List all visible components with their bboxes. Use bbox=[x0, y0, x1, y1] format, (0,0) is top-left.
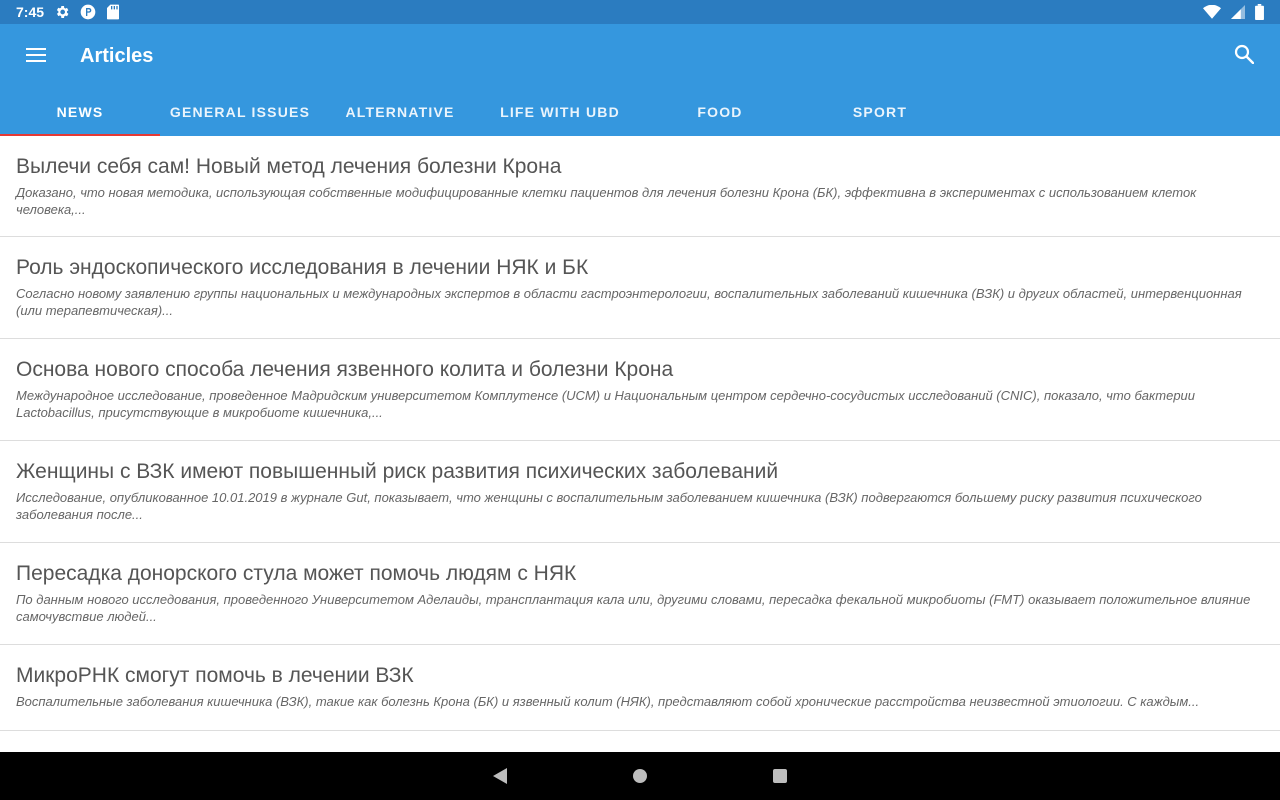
page-title: Articles bbox=[80, 45, 154, 67]
article-title: Пересадка донорского стула может помочь … bbox=[16, 562, 577, 585]
article-item[interactable]: МикроРНК смогут помочь в лечении ВЗК Вос… bbox=[0, 645, 1280, 731]
tab-label: NEWS bbox=[56, 104, 104, 120]
tab-general-issues[interactable]: GENERAL ISSUES bbox=[160, 88, 320, 136]
tab-bar: NEWS GENERAL ISSUES ALTERNATIVE LIFE WIT… bbox=[0, 88, 960, 136]
status-bar: 7:45 bbox=[0, 0, 1280, 24]
signal-icon bbox=[1231, 5, 1245, 19]
article-item[interactable]: Женщины с ВЗК имеют повышенный риск разв… bbox=[0, 441, 1280, 543]
article-summary: По данным нового исследования, проведенн… bbox=[16, 592, 1251, 624]
article-item[interactable]: Пересадка донорского стула может помочь … bbox=[0, 543, 1280, 645]
search-button[interactable] bbox=[1224, 36, 1264, 76]
app-bar: Articles NEWS GENERAL ISSUES ALTERNATIVE… bbox=[0, 24, 1280, 136]
tab-alternative[interactable]: ALTERNATIVE bbox=[320, 88, 480, 136]
tab-food[interactable]: FOOD bbox=[640, 88, 800, 136]
search-icon bbox=[1234, 44, 1255, 68]
status-left: 7:45 bbox=[16, 4, 120, 20]
status-time: 7:45 bbox=[16, 4, 45, 20]
article-summary: Международное исследование, проведенное … bbox=[16, 388, 1196, 420]
tab-label: GENERAL ISSUES bbox=[169, 104, 311, 120]
recents-square-icon[interactable] bbox=[772, 768, 788, 784]
toolbar: Articles bbox=[0, 24, 1280, 88]
tab-news[interactable]: NEWS bbox=[0, 88, 160, 136]
tab-sport[interactable]: SPORT bbox=[800, 88, 960, 136]
article-title: Основа нового способа лечения язвенного … bbox=[16, 358, 674, 381]
article-title: Вылечи себя сам! Новый метод лечения бол… bbox=[16, 155, 562, 178]
menu-button[interactable] bbox=[16, 36, 56, 76]
home-circle-icon[interactable] bbox=[632, 768, 648, 784]
article-summary: Исследование, опубликованное 10.01.2019 … bbox=[16, 490, 1202, 522]
hamburger-menu-icon bbox=[26, 47, 46, 66]
back-triangle-icon[interactable] bbox=[492, 768, 508, 784]
article-title: МикроРНК смогут помочь в лечении ВЗК bbox=[16, 664, 414, 687]
tab-label: FOOD bbox=[697, 104, 743, 120]
article-list[interactable]: Вылечи себя сам! Новый метод лечения бол… bbox=[0, 136, 1280, 752]
tab-life-with-ubd[interactable]: LIFE WITH UBD bbox=[480, 88, 640, 136]
tab-label: ALTERNATIVE bbox=[345, 104, 455, 120]
article-summary: Воспалительные заболевания кишечника (ВЗ… bbox=[16, 694, 1200, 709]
article-title: Женщины с ВЗК имеют повышенный риск разв… bbox=[16, 460, 779, 483]
article-title: Роль эндоскопического исследования в леч… bbox=[16, 256, 589, 279]
parking-icon bbox=[80, 4, 96, 20]
wifi-icon bbox=[1203, 5, 1221, 19]
article-summary: Согласно новому заявлению группы национа… bbox=[16, 286, 1242, 318]
tab-label: LIFE WITH UBD bbox=[500, 104, 620, 120]
status-right bbox=[1203, 4, 1264, 20]
gear-icon bbox=[54, 4, 70, 20]
article-item[interactable]: Основа нового способа лечения язвенного … bbox=[0, 339, 1280, 441]
tab-label: SPORT bbox=[852, 104, 908, 120]
sd-card-icon bbox=[106, 4, 120, 20]
battery-icon bbox=[1255, 4, 1264, 20]
navigation-bar bbox=[0, 752, 1280, 800]
article-summary: Доказано, что новая методика, использующ… bbox=[16, 185, 1197, 217]
article-item[interactable]: Роль эндоскопического исследования в леч… bbox=[0, 237, 1280, 339]
article-item[interactable]: Вылечи себя сам! Новый метод лечения бол… bbox=[0, 136, 1280, 237]
